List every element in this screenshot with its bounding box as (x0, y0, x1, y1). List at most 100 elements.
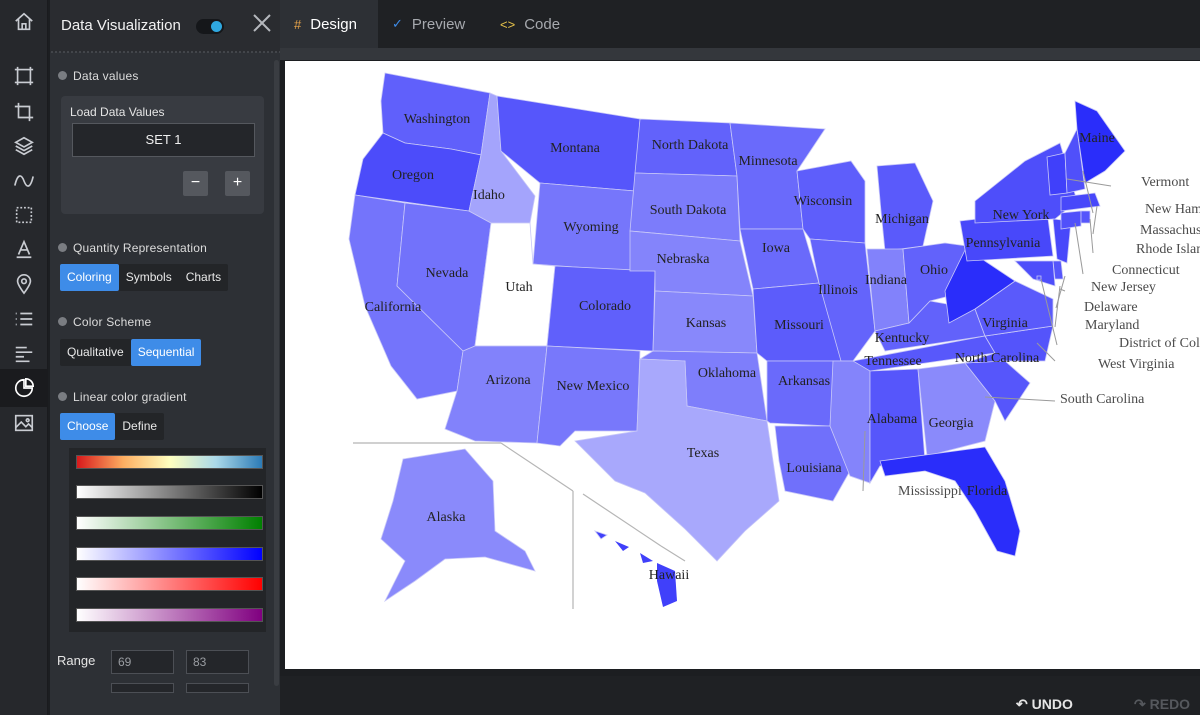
qualitative-option[interactable]: Qualitative (60, 339, 131, 366)
frame-icon[interactable] (0, 58, 48, 94)
coloring-option[interactable]: Coloring (60, 264, 119, 291)
state-label: New Hampshire (1145, 202, 1200, 217)
state-label: Wyoming (563, 220, 618, 235)
color-scheme-text: Color Scheme (73, 315, 152, 329)
text-icon[interactable] (0, 231, 48, 267)
close-icon[interactable] (251, 12, 273, 34)
design-canvas[interactable]: Washington Oregon California Nevada Idaho Mon… (285, 61, 1200, 669)
increment-button[interactable]: + (225, 171, 250, 196)
state-label: Michigan (875, 212, 929, 227)
panel-header: Data Visualization (50, 0, 280, 52)
state-shape-florida[interactable] (879, 446, 1021, 557)
state-shape-michigan[interactable] (876, 162, 934, 252)
load-data-group: Load Data Values SET 1 − + (61, 96, 264, 214)
state-shape-district-of-columbia[interactable] (1036, 275, 1042, 281)
state-label: Oklahoma (698, 366, 757, 381)
symbols-option[interactable]: Symbols (119, 264, 179, 291)
state-label: Arizona (485, 373, 531, 388)
range-extra-input[interactable] (111, 683, 174, 693)
state-label: Alabama (867, 412, 918, 427)
label-leader-line (1055, 275, 1066, 309)
gradient-swatch-spectral[interactable] (76, 455, 263, 469)
state-shape-vermont[interactable] (1046, 152, 1068, 196)
check-icon: ✓ (392, 16, 403, 31)
state-label: Illinois (818, 283, 858, 298)
state-label: Rhode Island (1136, 242, 1200, 257)
visualization-toggle[interactable] (196, 19, 224, 34)
tab-design[interactable]: # Design (280, 0, 378, 48)
panel-title: Data Visualization (61, 17, 181, 34)
state-label: New York (993, 208, 1050, 223)
state-shape-hawaii-island[interactable] (615, 541, 629, 551)
gradient-swatch-green[interactable] (76, 516, 263, 530)
tab-preview[interactable]: ✓ Preview (378, 0, 484, 48)
load-data-title: Load Data Values (70, 105, 165, 119)
gradient-label: Linear color gradient (58, 390, 187, 404)
charts-option[interactable]: Charts (179, 264, 228, 291)
image-icon[interactable] (0, 405, 48, 441)
undo-icon: ↶ (1016, 696, 1032, 712)
hash-icon: # (294, 16, 302, 32)
state-shape-hawaii[interactable] (593, 530, 608, 540)
home-icon[interactable] (0, 4, 48, 40)
panel-scrollbar[interactable] (274, 60, 279, 686)
sequential-option[interactable]: Sequential (130, 339, 202, 366)
data-values-label: Data values (58, 69, 139, 83)
redo-icon: ↷ (1134, 696, 1150, 712)
state-label: Montana (550, 141, 601, 156)
state-shape-hawaii-island[interactable] (640, 553, 653, 563)
location-pin-icon[interactable] (0, 266, 48, 302)
gradient-list (69, 448, 266, 632)
state-label: Nevada (426, 266, 470, 281)
decrement-button[interactable]: − (183, 171, 208, 196)
label-leader-line (1054, 285, 1061, 328)
undo-button[interactable]: ↶ UNDO (1016, 696, 1073, 713)
state-shape-iowa[interactable] (739, 228, 820, 290)
state-shape-maryland[interactable] (1014, 260, 1056, 287)
range-min-input[interactable]: 69 (111, 650, 174, 674)
undo-label: UNDO (1031, 696, 1073, 712)
quantity-label: Quantity Representation (58, 241, 207, 255)
tab-design-label: Design (310, 15, 357, 33)
state-label: Hawaii (649, 568, 690, 583)
gradient-swatch-gray[interactable] (76, 485, 263, 499)
selection-icon[interactable] (0, 197, 48, 233)
state-label: Oregon (392, 168, 434, 183)
inset-frame-line (582, 493, 662, 547)
gradient-swatch-purple[interactable] (76, 608, 263, 622)
choose-option[interactable]: Choose (60, 413, 116, 440)
state-shape-new-mexico[interactable] (536, 345, 641, 447)
range-extra-input[interactable] (186, 683, 249, 693)
state-label: Connecticut (1112, 263, 1180, 278)
redo-button[interactable]: ↷ REDO (1134, 696, 1190, 713)
state-label: West Virginia (1098, 357, 1175, 372)
state-shape-arkansas[interactable] (766, 360, 842, 427)
bar-chart-icon[interactable] (0, 336, 48, 372)
pie-chart-icon[interactable] (0, 369, 48, 407)
set-1-button[interactable]: SET 1 (72, 123, 255, 157)
panel-divider (50, 50, 280, 54)
gradient-swatch-red[interactable] (76, 577, 263, 591)
range-max-input[interactable]: 83 (186, 650, 249, 674)
define-option[interactable]: Define (115, 413, 164, 440)
state-shape-rhode-island[interactable] (1080, 210, 1091, 224)
state-label: Kansas (686, 316, 726, 331)
list-icon[interactable] (0, 301, 48, 337)
curve-icon[interactable] (0, 163, 48, 199)
help-icon[interactable] (58, 71, 67, 80)
color-scheme-label: Color Scheme (58, 315, 151, 329)
help-icon[interactable] (58, 392, 67, 401)
state-shape-connecticut[interactable] (1060, 210, 1082, 230)
state-shape-alaska[interactable] (380, 448, 536, 603)
state-label: Minnesota (738, 154, 798, 169)
state-label: Maine (1079, 131, 1115, 146)
help-icon[interactable] (58, 243, 67, 252)
state-label: Mississippi (898, 484, 962, 499)
state-label: Arkansas (778, 374, 830, 389)
help-icon[interactable] (58, 317, 67, 326)
crop-icon[interactable] (0, 94, 48, 130)
view-tabs: # Design ✓ Preview <> Code (280, 0, 1200, 48)
layers-icon[interactable] (0, 128, 48, 164)
tab-code[interactable]: <> Code (486, 0, 572, 48)
gradient-swatch-blue[interactable] (76, 547, 263, 561)
